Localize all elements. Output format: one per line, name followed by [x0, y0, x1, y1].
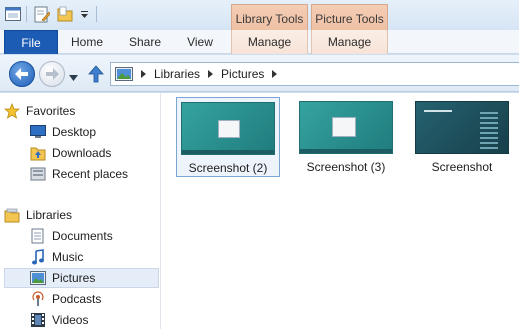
- explorer-body: Favorites Desktop Downloads Recent place…: [0, 93, 519, 329]
- back-arrow-icon: [15, 68, 28, 80]
- downloads-icon: [30, 145, 46, 161]
- up-arrow-icon: [88, 65, 104, 83]
- nav-item-music[interactable]: Music: [30, 247, 159, 267]
- thumbnail-image: [181, 102, 275, 155]
- nav-favorites-header[interactable]: Favorites: [4, 101, 159, 121]
- file-list: Screenshot (2) Screenshot (3) Screenshot: [162, 93, 519, 329]
- nav-item-downloads[interactable]: Downloads: [30, 143, 159, 163]
- window-icon[interactable]: [4, 6, 22, 22]
- tab-manage-library[interactable]: Manage: [231, 30, 308, 54]
- file-name: Screenshot (3): [306, 160, 386, 174]
- nav-item-podcasts[interactable]: Podcasts: [30, 289, 159, 309]
- picture-tools-label: Picture Tools: [311, 4, 388, 32]
- recent-places-icon: [30, 166, 46, 182]
- breadcrumb-separator[interactable]: [141, 70, 146, 78]
- tab-file[interactable]: File: [4, 30, 58, 54]
- documents-icon: [30, 228, 46, 244]
- nav-label: Downloads: [52, 146, 112, 160]
- nav-item-pictures[interactable]: Pictures: [4, 268, 159, 288]
- nav-label: Documents: [52, 229, 113, 243]
- nav-label: Recent places: [52, 167, 129, 181]
- recent-locations-dropdown[interactable]: [69, 70, 79, 81]
- file-item[interactable]: Screenshot: [410, 97, 514, 177]
- navigation-pane: Favorites Desktop Downloads Recent place…: [0, 93, 161, 329]
- chevron-down-icon: [69, 75, 78, 81]
- tab-share[interactable]: Share: [119, 30, 171, 54]
- file-item[interactable]: Screenshot (2): [176, 97, 280, 177]
- up-button[interactable]: [88, 65, 104, 83]
- nav-label: Music: [52, 250, 84, 264]
- file-name: Screenshot (2): [188, 161, 268, 175]
- forward-button[interactable]: [39, 61, 65, 87]
- pictures-location-icon: [115, 67, 133, 81]
- thumbnail-image: [299, 101, 393, 154]
- music-icon: [30, 249, 46, 265]
- nav-item-videos[interactable]: Videos: [30, 310, 159, 329]
- address-bar[interactable]: Libraries Pictures: [110, 62, 519, 86]
- tab-manage-picture[interactable]: Manage: [311, 30, 388, 54]
- navigation-bar: Libraries Pictures: [0, 55, 519, 92]
- nav-item-desktop[interactable]: Desktop: [30, 122, 159, 142]
- desktop-icon: [30, 124, 46, 140]
- tab-view[interactable]: View: [176, 30, 224, 54]
- podcasts-icon: [30, 291, 46, 307]
- nav-libraries-header[interactable]: Libraries: [4, 205, 159, 225]
- breadcrumb-separator[interactable]: [272, 70, 278, 78]
- thumbnail-image: [415, 101, 509, 154]
- pictures-icon: [30, 270, 46, 286]
- title-bar: Library Tools Picture Tools: [0, 0, 519, 32]
- breadcrumb-pictures[interactable]: Pictures: [221, 67, 264, 81]
- nav-item-recent-places[interactable]: Recent places: [30, 164, 159, 184]
- favorites-star-icon: [4, 103, 20, 119]
- tab-home[interactable]: Home: [62, 30, 112, 54]
- nav-label: Podcasts: [52, 292, 102, 306]
- qat-separator: [96, 6, 97, 22]
- qat-separator: [26, 6, 27, 22]
- back-button[interactable]: [9, 61, 35, 87]
- nav-item-documents[interactable]: Documents: [30, 226, 159, 246]
- breadcrumb-libraries[interactable]: Libraries: [154, 67, 200, 81]
- customize-dropdown-icon[interactable]: [78, 8, 90, 20]
- ribbon-tab-row: File Home Share View Manage Manage: [0, 30, 519, 54]
- properties-icon[interactable]: [33, 5, 51, 23]
- library-tools-label: Library Tools: [231, 4, 308, 32]
- nav-label: Pictures: [52, 271, 96, 285]
- videos-icon: [30, 312, 46, 328]
- new-folder-icon[interactable]: [56, 5, 74, 23]
- file-name: Screenshot: [431, 160, 493, 174]
- breadcrumb-separator[interactable]: [208, 70, 214, 78]
- nav-label: Videos: [52, 313, 89, 327]
- libraries-icon: [4, 207, 20, 223]
- forward-arrow-icon: [46, 68, 59, 80]
- nav-label: Favorites: [26, 104, 76, 118]
- file-item[interactable]: Screenshot (3): [294, 97, 398, 177]
- nav-label: Desktop: [52, 125, 97, 139]
- nav-label: Libraries: [26, 208, 73, 222]
